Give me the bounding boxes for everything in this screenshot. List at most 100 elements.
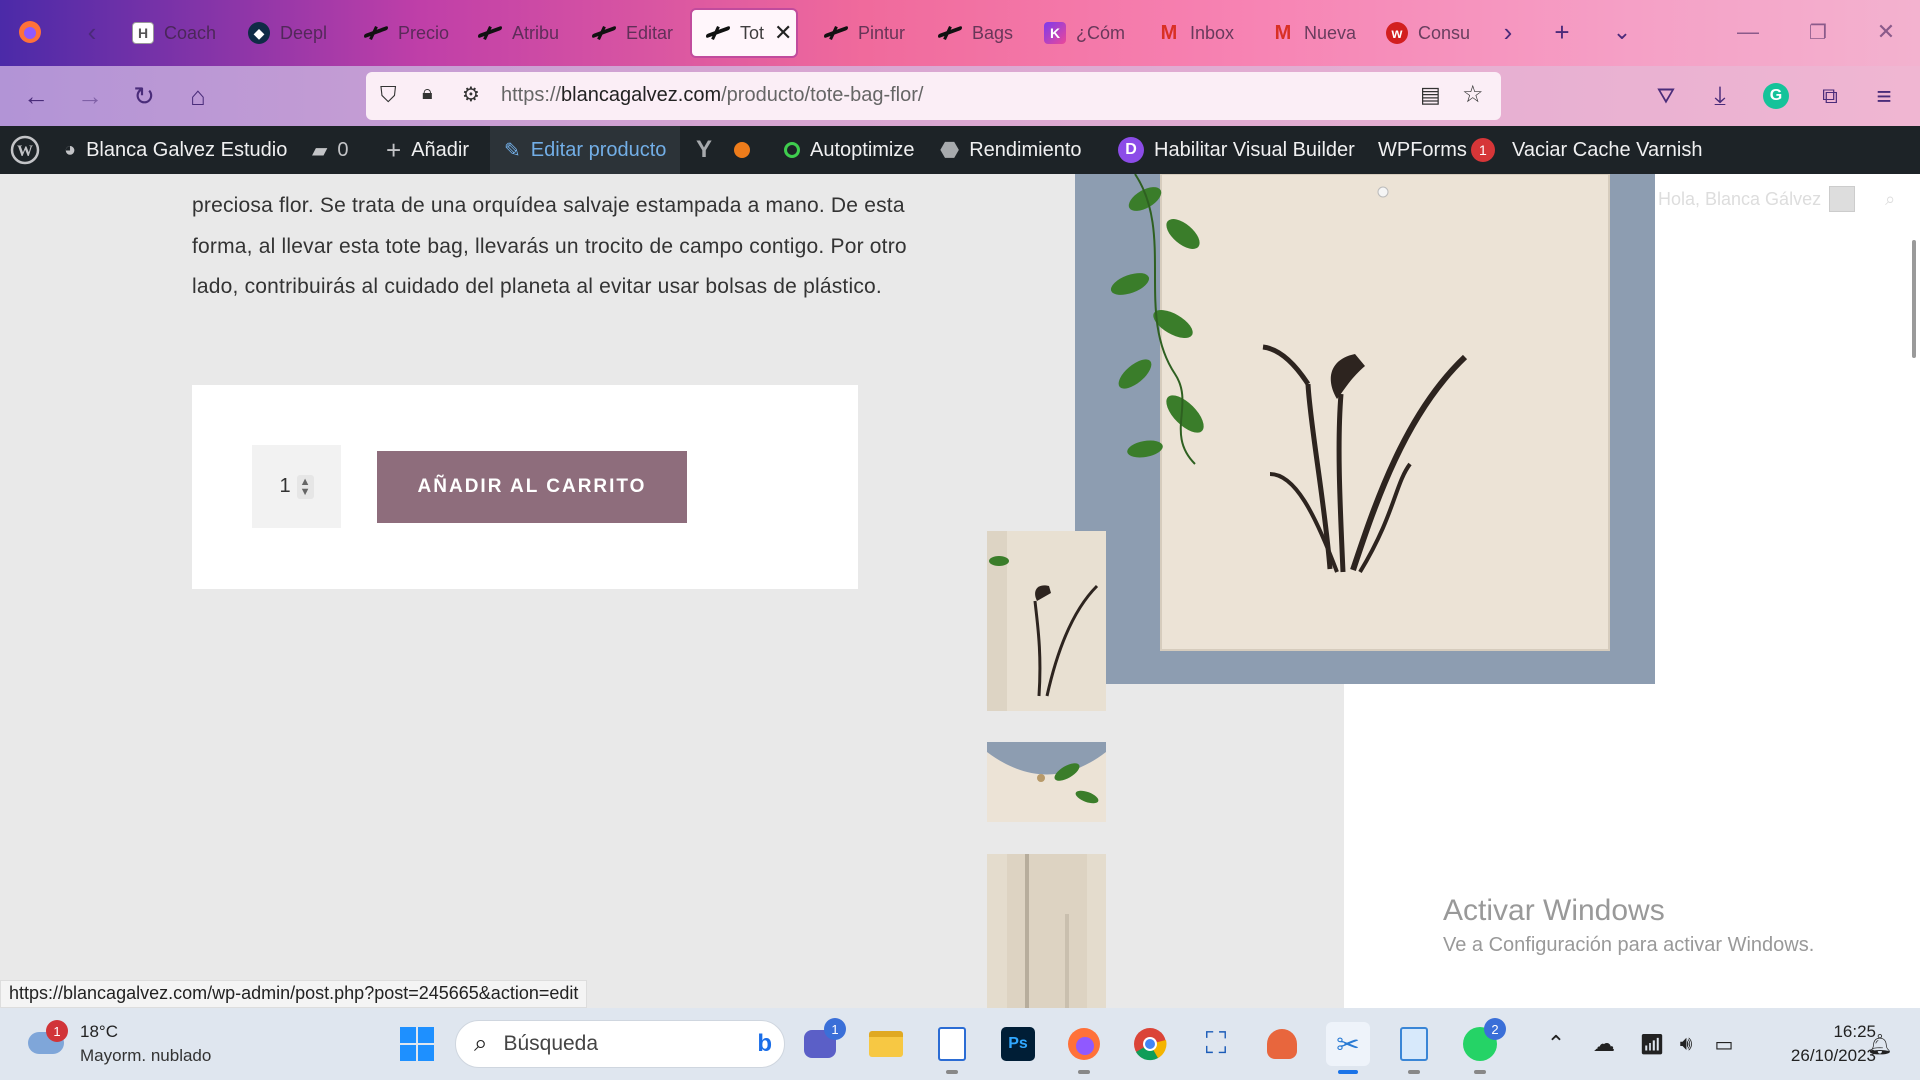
add-to-cart-form: 1 ▲ ▼ AÑADIR AL CARRITO bbox=[192, 385, 858, 589]
tab-como[interactable]: K ¿Cóm bbox=[1030, 8, 1138, 58]
notepad-document-icon[interactable] bbox=[930, 1022, 974, 1074]
onedrive-cloud-icon[interactable]: ☁ bbox=[1582, 1022, 1626, 1066]
yoast-menu[interactable]: Y bbox=[696, 126, 751, 174]
spinner-arrows-icon[interactable]: ▲ ▼ bbox=[296, 474, 314, 499]
edit-product-link[interactable]: ✎ Editar producto bbox=[490, 126, 681, 174]
tab-tote-active[interactable]: Tot ✕ bbox=[690, 8, 798, 58]
tab-precio[interactable]: Precio bbox=[350, 8, 458, 58]
hq-icon: H bbox=[132, 22, 154, 44]
product-thumbnail-1[interactable] bbox=[987, 531, 1106, 711]
wp-admin-bar: W ◕ Blanca Galvez Estudio ▰ 0 + Añadir ✎… bbox=[0, 126, 1920, 174]
wordpress-logo-icon[interactable]: W bbox=[10, 126, 40, 174]
extensions-icon[interactable]: ⧉ bbox=[1812, 78, 1848, 114]
activate-windows-title: Activar Windows bbox=[1443, 894, 1665, 927]
minimize-icon[interactable]: — bbox=[1730, 14, 1766, 50]
list-all-tabs-icon[interactable]: ⌄ bbox=[1604, 14, 1640, 50]
downloads-icon[interactable]: ⤓ bbox=[1702, 78, 1738, 114]
yoast-icon: Y bbox=[696, 136, 713, 163]
wpforms-label: WPForms bbox=[1378, 138, 1467, 161]
new-tab-icon[interactable]: + bbox=[1544, 14, 1580, 50]
tab-coach[interactable]: H Coach bbox=[118, 8, 226, 58]
activate-windows-watermark: Activar Windows Ve a Configuración para … bbox=[1443, 894, 1814, 957]
varnish-cache-link[interactable]: Vaciar Cache Varnish bbox=[1512, 126, 1702, 174]
add-to-cart-button[interactable]: AÑADIR AL CARRITO bbox=[377, 451, 687, 523]
comments-count: 0 bbox=[337, 138, 349, 161]
quantity-value[interactable]: 1 bbox=[279, 475, 290, 498]
firefox-icon[interactable] bbox=[1062, 1022, 1106, 1074]
autoptimize-label: Autoptimize bbox=[810, 138, 915, 161]
tab-scroll-left-icon[interactable]: ‹ bbox=[74, 14, 110, 50]
tab-nueva[interactable]: M Nueva bbox=[1258, 8, 1366, 58]
photoshop-icon[interactable]: Ps bbox=[996, 1022, 1040, 1066]
menu-hamburger-icon[interactable]: ≡ bbox=[1866, 78, 1902, 114]
bird-icon bbox=[706, 26, 730, 40]
w-icon: w bbox=[1386, 22, 1408, 44]
forward-arrow-icon[interactable]: → bbox=[72, 78, 108, 114]
teams-chat-icon[interactable]: 1 bbox=[798, 1018, 846, 1066]
browser-navigation-bar: ← → ↻ ⌂ ⛉ 🔒︎ ⚙︎ https://blancagalvez.com… bbox=[0, 66, 1920, 126]
close-window-icon[interactable]: ✕ bbox=[1868, 14, 1904, 50]
tab-consu[interactable]: w Consu bbox=[1372, 8, 1480, 58]
close-tab-icon[interactable]: ✕ bbox=[774, 20, 792, 46]
weather-widget[interactable]: 1 18°C Mayorm. nublado bbox=[26, 1020, 211, 1068]
bird-icon bbox=[592, 26, 616, 40]
app-fox-icon[interactable] bbox=[1260, 1022, 1304, 1066]
search-icon[interactable]: ⌕ bbox=[1885, 189, 1895, 210]
wpforms-notification-badge: 1 bbox=[1470, 138, 1495, 162]
tab-label: ¿Cóm bbox=[1076, 22, 1125, 43]
restore-icon[interactable]: ❐ bbox=[1800, 14, 1836, 50]
windows-taskbar: 1 18°C Mayorm. nublado ⌕ Búsqueda b 1 Ps… bbox=[0, 1008, 1920, 1080]
tab-atribu[interactable]: Atribu bbox=[464, 8, 572, 58]
permissions-icon[interactable]: ⚙︎ bbox=[462, 82, 480, 107]
tab-deepl[interactable]: ◆ Deepl bbox=[234, 8, 342, 58]
rendimiento-menu[interactable]: ⬣ Rendimiento bbox=[940, 126, 1082, 174]
paint-app-icon[interactable]: ✂ bbox=[1326, 1022, 1370, 1074]
varnish-cache-label: Vaciar Cache Varnish bbox=[1512, 138, 1703, 161]
site-name-link[interactable]: ◕ Blanca Galvez Estudio bbox=[64, 126, 287, 174]
product-main-image[interactable] bbox=[1075, 174, 1655, 684]
home-icon[interactable]: ⌂ bbox=[180, 78, 216, 114]
add-new-link[interactable]: + Añadir bbox=[386, 126, 469, 174]
notepad-icon[interactable] bbox=[1392, 1022, 1436, 1074]
firefox-view-icon[interactable] bbox=[12, 14, 48, 50]
product-thumbnail-3[interactable] bbox=[987, 854, 1106, 1008]
tracking-shield-icon[interactable]: ⛉ bbox=[380, 82, 397, 108]
notifications-bell-icon[interactable]: 🔔︎ bbox=[1858, 1022, 1902, 1066]
file-explorer-icon[interactable] bbox=[864, 1022, 908, 1066]
whatsapp-icon[interactable]: 2 bbox=[1458, 1018, 1506, 1074]
product-page: preciosa flor. Se trata de una orquídea … bbox=[0, 174, 1920, 1008]
pocket-icon[interactable]: ⛛ bbox=[1648, 78, 1684, 114]
battery-icon[interactable]: ▭ bbox=[1702, 1022, 1746, 1066]
url-path: /producto/tote-bag-flor/ bbox=[721, 84, 924, 106]
reader-view-icon[interactable]: ▤ bbox=[1420, 82, 1441, 108]
lock-icon[interactable]: 🔒︎ bbox=[422, 82, 433, 105]
url-domain: blancagalvez.com bbox=[561, 84, 722, 106]
reload-icon[interactable]: ↻ bbox=[126, 78, 162, 114]
wpforms-menu[interactable]: WPForms 1 bbox=[1378, 126, 1495, 174]
tab-scroll-right-icon[interactable]: › bbox=[1490, 14, 1526, 50]
show-hidden-icons-chevron-icon[interactable]: ⌃ bbox=[1534, 1022, 1578, 1066]
product-thumbnail-2[interactable] bbox=[987, 742, 1106, 822]
quantity-stepper[interactable]: 1 ▲ ▼ bbox=[252, 445, 341, 528]
back-arrow-icon[interactable]: ← bbox=[18, 78, 54, 114]
visual-builder-label: Habilitar Visual Builder bbox=[1154, 138, 1355, 161]
visual-builder-link[interactable]: D Habilitar Visual Builder bbox=[1118, 126, 1355, 174]
comments-link[interactable]: ▰ 0 bbox=[312, 126, 349, 174]
grammarly-icon[interactable]: G bbox=[1758, 78, 1794, 114]
bookmark-star-icon[interactable]: ☆ bbox=[1462, 80, 1484, 109]
tab-inbox[interactable]: M Inbox bbox=[1144, 8, 1252, 58]
chrome-icon[interactable] bbox=[1128, 1022, 1172, 1066]
windows-start-icon[interactable] bbox=[395, 1022, 439, 1066]
plus-icon: + bbox=[386, 134, 402, 165]
user-greeting[interactable]: Hola, Blanca Gálvez ⌕ bbox=[1658, 186, 1895, 212]
tab-pintur[interactable]: Pintur bbox=[810, 8, 918, 58]
bird-icon bbox=[824, 26, 848, 40]
tab-editar[interactable]: Editar bbox=[578, 8, 686, 58]
autoptimize-menu[interactable]: Autoptimize bbox=[784, 126, 915, 174]
teams-badge: 1 bbox=[824, 1018, 846, 1040]
tab-bags[interactable]: Bags bbox=[924, 8, 1032, 58]
taskbar-search-box[interactable]: ⌕ Búsqueda b bbox=[455, 1020, 785, 1068]
snipping-tool-icon[interactable]: ⛶ bbox=[1194, 1022, 1238, 1066]
address-bar[interactable]: ⛉ 🔒︎ ⚙︎ https://blancagalvez.com/product… bbox=[366, 72, 1501, 120]
page-scrollbar-thumb[interactable] bbox=[1912, 240, 1916, 358]
